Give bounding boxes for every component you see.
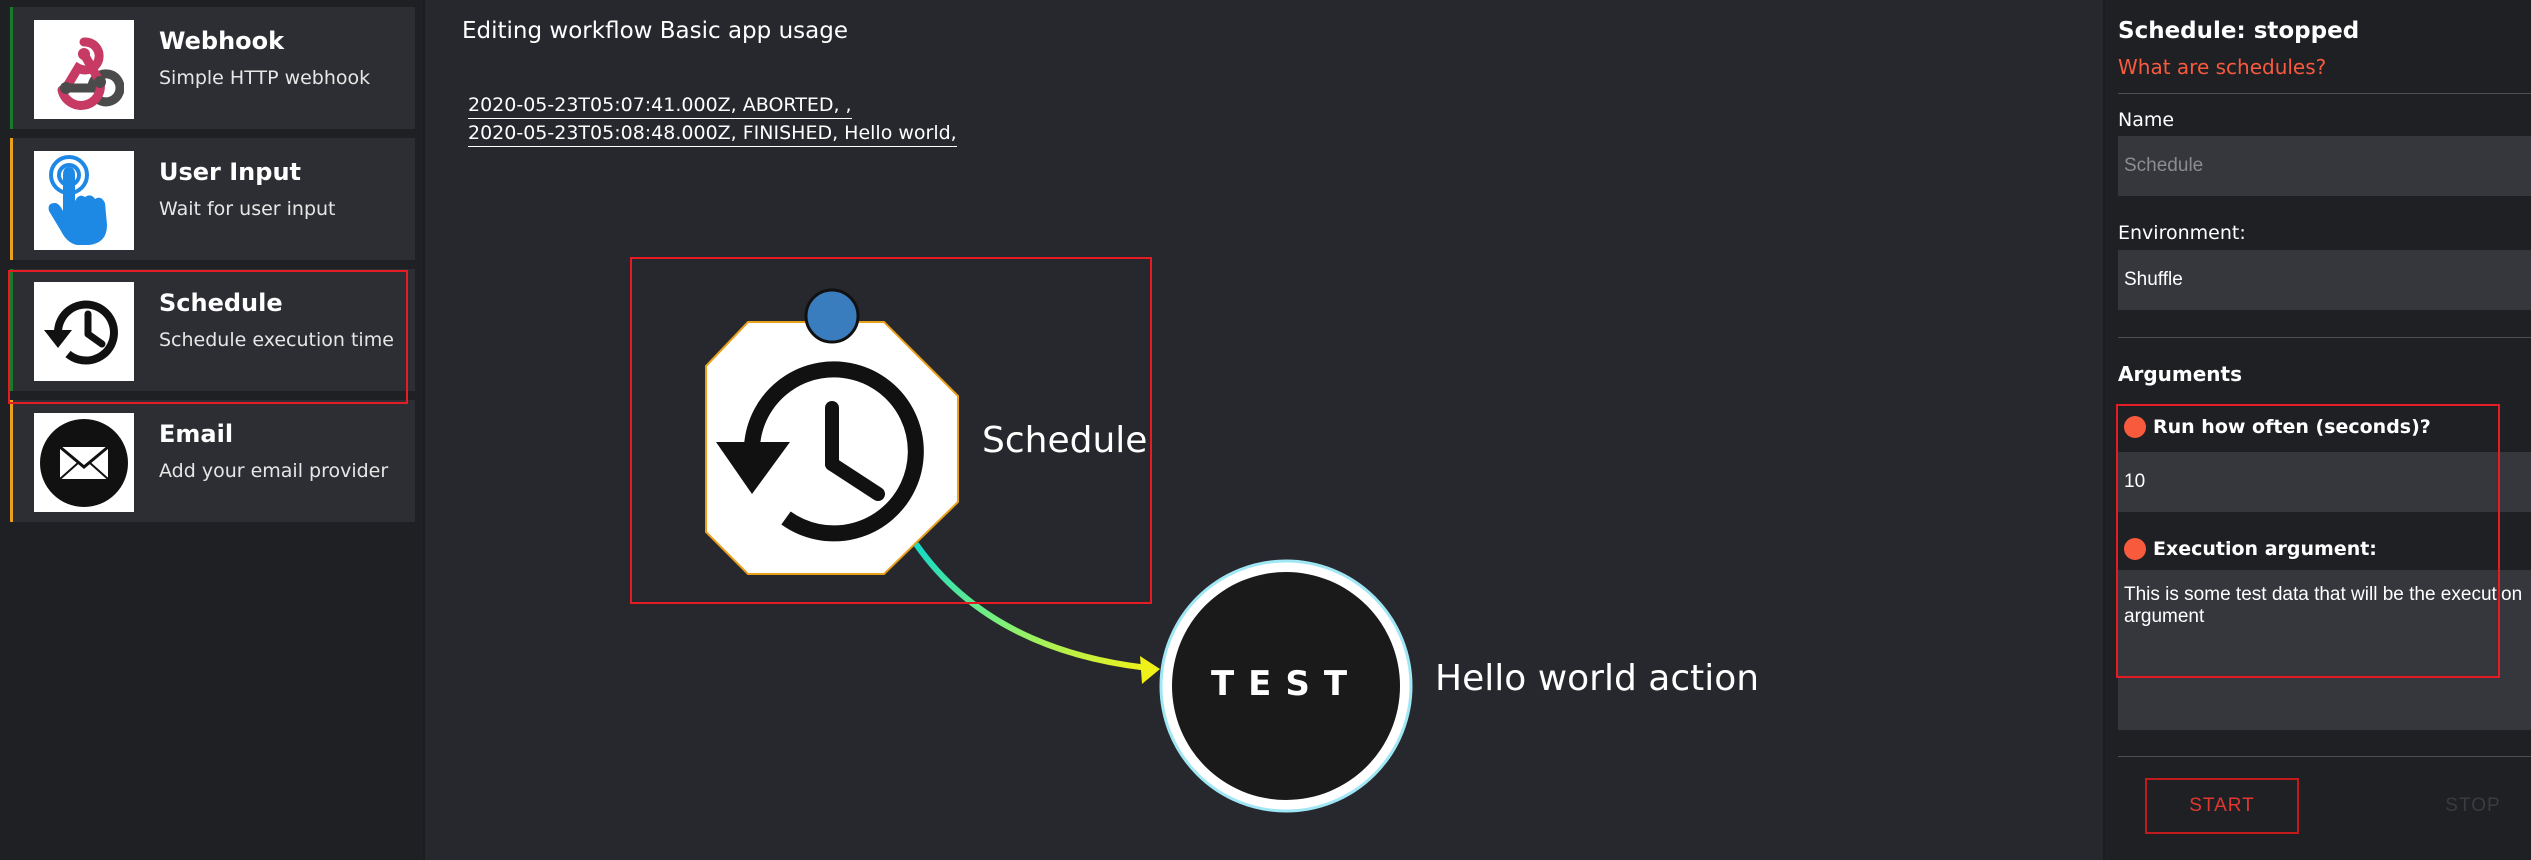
arguments-highlight [2116, 404, 2500, 678]
node-label: Hello world action [1435, 658, 1760, 699]
name-label: Name [2118, 109, 2175, 131]
edge-arrow-icon [1140, 656, 1160, 684]
divider [2118, 93, 2531, 94]
workflow-edge[interactable] [913, 542, 1149, 671]
node-schedule[interactable] [705, 321, 959, 575]
divider [2118, 337, 2531, 338]
arguments-title: Arguments [2118, 362, 2243, 386]
start-button[interactable]: START [2145, 778, 2299, 834]
divider [2118, 756, 2531, 757]
panel-title: Schedule: stopped [2118, 18, 2360, 44]
stop-button[interactable]: STOP [2423, 778, 2523, 834]
schedule-panel: Schedule: stopped What are schedules? Na… [2105, 0, 2531, 860]
node-label: Schedule [982, 420, 1148, 461]
test-logo-text: TEST [1210, 664, 1362, 704]
environment-label: Environment: [2118, 222, 2246, 244]
name-input[interactable] [2118, 136, 2531, 196]
node-start-marker[interactable] [804, 288, 860, 344]
environment-select[interactable]: Shuffle [2118, 250, 2531, 310]
help-link[interactable]: What are schedules? [2118, 55, 2326, 79]
